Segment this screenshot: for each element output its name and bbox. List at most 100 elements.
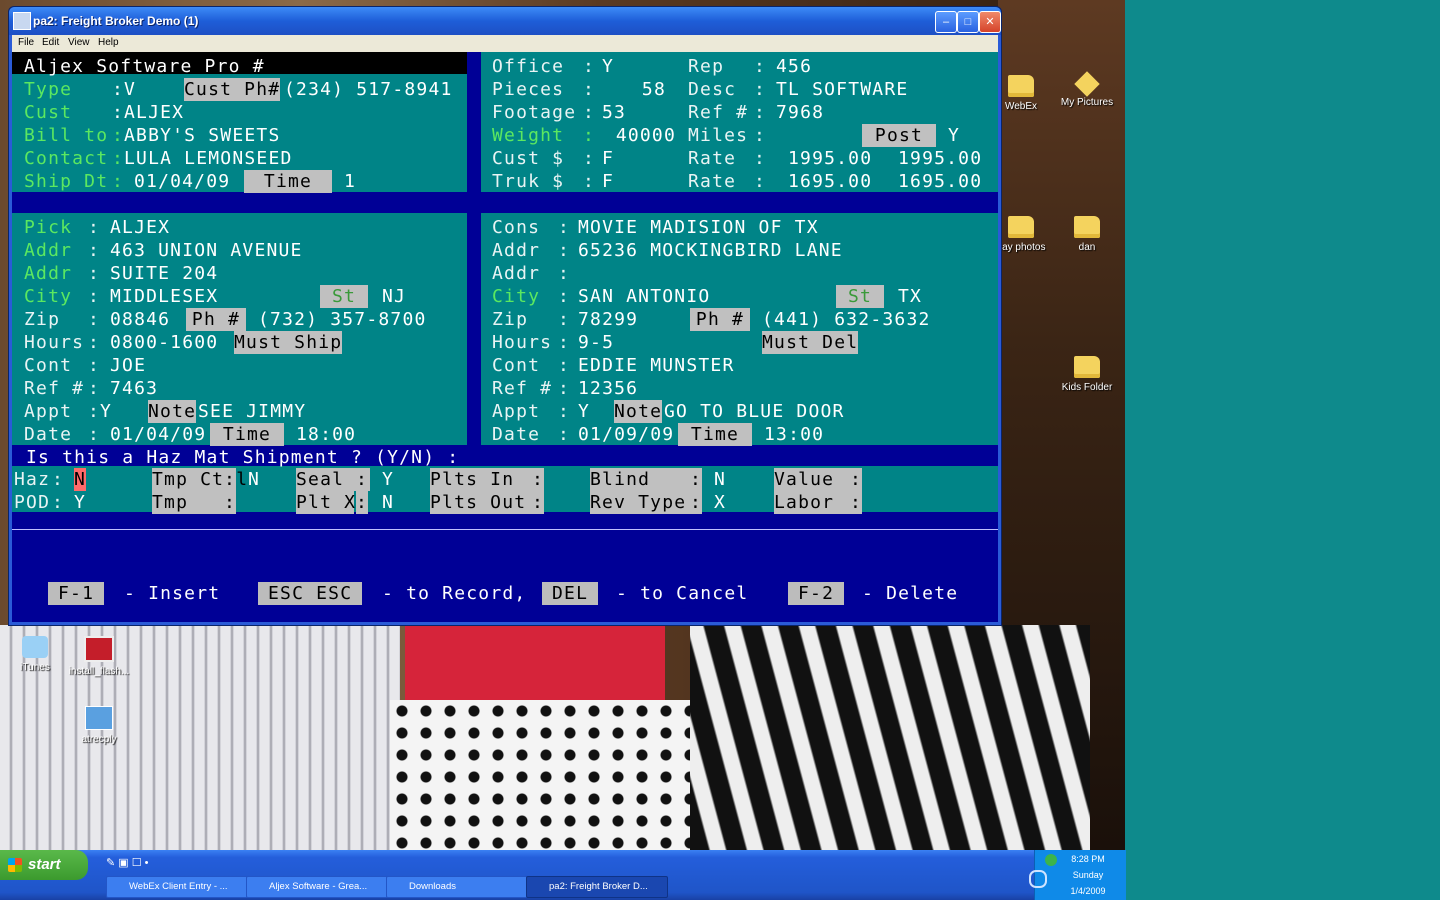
window-titlebar[interactable]: pa2: Freight Broker Demo (1) – □ ✕ xyxy=(9,7,1001,35)
pick-state-value[interactable]: NJ xyxy=(382,285,406,308)
maximize-button[interactable]: □ xyxy=(957,11,979,33)
rep-value[interactable]: 456 xyxy=(776,55,812,78)
ship-date-value[interactable]: 01/04/09 xyxy=(134,170,230,193)
cust-value[interactable]: ALJEX xyxy=(124,101,184,124)
cons-hours-value[interactable]: 9-5 xyxy=(578,331,614,354)
desktop-icon-atrecply[interactable]: atrecply xyxy=(64,706,134,745)
cons-city-value[interactable]: SAN ANTONIO xyxy=(578,285,710,308)
cust-dollar-value[interactable]: F xyxy=(602,147,614,170)
footage-label: Footage xyxy=(492,102,577,123)
contact-colon: : xyxy=(112,148,125,169)
rate2-b-value[interactable]: 1695.00 xyxy=(898,170,982,193)
desktop-icon-itunes[interactable]: iTunes xyxy=(0,636,70,673)
desc-value[interactable]: TL SOFTWARE xyxy=(776,78,908,101)
cons-state-value[interactable]: TX xyxy=(898,285,922,308)
start-button[interactable]: start xyxy=(0,850,88,880)
terminal-screen[interactable]: Aljex Software Pro # Type : V Cust Ph# (… xyxy=(12,52,998,622)
footage-value[interactable]: 53 xyxy=(602,101,626,124)
close-button[interactable]: ✕ xyxy=(979,11,1001,33)
tmp-ctrl-value[interactable]: N xyxy=(248,468,260,491)
office-colon: : xyxy=(583,56,596,77)
seal-value[interactable]: Y xyxy=(382,468,394,491)
labor-colon: : xyxy=(850,491,863,514)
cons-date-value[interactable]: 01/09/09 xyxy=(578,423,674,446)
cons-time-value[interactable]: 13:00 xyxy=(764,423,824,446)
pick-cont-value[interactable]: JOE xyxy=(110,354,146,377)
rev-type-value[interactable]: X xyxy=(714,491,726,514)
rate2-a-value[interactable]: 1695.00 xyxy=(788,170,872,193)
clock-time[interactable]: 8:28 PM xyxy=(1043,854,1133,864)
pick-date-value[interactable]: 01/04/09 xyxy=(110,423,206,446)
desktop-icon-my-pictures[interactable]: My Pictures xyxy=(1052,71,1122,108)
value-label: Value xyxy=(774,468,860,491)
rate1-a-value[interactable]: 1995.00 xyxy=(788,147,872,170)
blind-value[interactable]: N xyxy=(714,468,726,491)
menu-help[interactable]: Help xyxy=(98,37,119,48)
office-value[interactable]: Y xyxy=(602,55,614,78)
pick-ref-value[interactable]: 7463 xyxy=(110,377,158,400)
pick-time-value[interactable]: 18:00 xyxy=(296,423,356,446)
cons-zip-value[interactable]: 78299 xyxy=(578,308,638,331)
task-webex[interactable]: WebEx Client Entry - ... xyxy=(106,876,248,898)
rate1-b-value[interactable]: 1995.00 xyxy=(898,147,982,170)
plt-x-value[interactable]: N xyxy=(382,491,394,514)
desktop-icon-dan[interactable]: dan xyxy=(1052,216,1122,253)
ship-time-value[interactable]: 1 xyxy=(344,170,356,193)
pod-value[interactable]: Y xyxy=(74,491,86,514)
quick-launch[interactable]: ✎ ▣ ☐ • xyxy=(106,856,166,872)
rev-type-colon: : xyxy=(690,491,703,514)
post-value[interactable]: Y xyxy=(948,124,960,147)
cons-hours-label: Hours xyxy=(492,332,553,353)
minimize-button[interactable]: – xyxy=(935,11,957,33)
desktop-icon-install-flash[interactable]: install_flash... xyxy=(64,636,134,677)
pick-addr1-value[interactable]: 463 UNION AVENUE xyxy=(110,239,303,262)
pick-hours-value[interactable]: 0800-1600 xyxy=(110,331,218,354)
truk-dollar-value[interactable]: F xyxy=(602,170,614,193)
folder-icon xyxy=(1074,356,1100,378)
pod-colon: : xyxy=(52,492,65,513)
weight-value[interactable]: 40000 xyxy=(602,124,676,147)
pieces-value[interactable]: 58 xyxy=(602,78,666,101)
player-icon xyxy=(85,706,113,730)
type-value[interactable]: V xyxy=(124,78,136,101)
task-aljex-software[interactable]: Aljex Software - Grea... xyxy=(246,876,388,898)
cust-phone-value[interactable]: (234) 517-8941 xyxy=(284,78,453,101)
cons-phone-value[interactable]: (441) 632-3632 xyxy=(762,308,931,331)
desktop-icon-label: atrecply xyxy=(81,734,117,745)
cons-note-value[interactable]: GO TO BLUE DOOR xyxy=(664,400,845,423)
cons-appt-value[interactable]: Y xyxy=(578,400,590,423)
pick-note-value[interactable]: SEE JIMMY xyxy=(198,400,306,423)
pick-value[interactable]: ALJEX xyxy=(110,216,170,239)
blind-colon: : xyxy=(690,468,703,491)
cons-addr1-value[interactable]: 65236 MOCKINGBIRD LANE xyxy=(578,239,843,262)
menu-view[interactable]: View xyxy=(68,37,90,48)
esc-esc-key[interactable]: ESC ESC xyxy=(258,582,363,605)
desc-colon: : xyxy=(754,79,767,100)
cons-ref-value[interactable]: 12356 xyxy=(578,377,638,400)
cust-label: Cust xyxy=(24,102,73,123)
cons-cont-value[interactable]: EDDIE MUNSTER xyxy=(578,354,734,377)
haz-input[interactable]: N xyxy=(74,468,87,491)
cons-value[interactable]: MOVIE MADISION OF TX xyxy=(578,216,819,239)
app-icon[interactable] xyxy=(13,12,31,30)
miles-colon: : xyxy=(754,125,767,146)
contact-value[interactable]: LULA LEMONSEED xyxy=(124,147,293,170)
pick-zip-value[interactable]: 08846 xyxy=(110,308,170,331)
pick-addr2-label: Addr xyxy=(24,263,73,284)
pick-appt-value[interactable]: Y xyxy=(100,400,112,423)
pick-addr2-value[interactable]: SUITE 204 xyxy=(110,262,218,285)
task-downloads[interactable]: Downloads xyxy=(386,876,528,898)
pick-city-value[interactable]: MIDDLESEX xyxy=(110,285,218,308)
task-pa2-freight-broker[interactable]: pa2: Freight Broker D... xyxy=(526,876,668,898)
f2-key[interactable]: F-2 xyxy=(788,582,845,605)
desktop-icon-kids-folder[interactable]: Kids Folder xyxy=(1052,356,1122,393)
bill-to-value[interactable]: ABBY'S SWEETS xyxy=(124,124,280,147)
menu-edit[interactable]: Edit xyxy=(42,37,59,48)
menu-file[interactable]: File xyxy=(18,37,34,48)
ref-value[interactable]: 7968 xyxy=(776,101,824,124)
post-button[interactable]: Post xyxy=(862,124,936,147)
system-tray: 8:28 PM Sunday 1/4/2009 xyxy=(1029,850,1126,900)
del-key[interactable]: DEL xyxy=(542,582,599,605)
pick-phone-value[interactable]: (732) 357-8700 xyxy=(258,308,427,331)
f1-key[interactable]: F-1 xyxy=(48,582,105,605)
